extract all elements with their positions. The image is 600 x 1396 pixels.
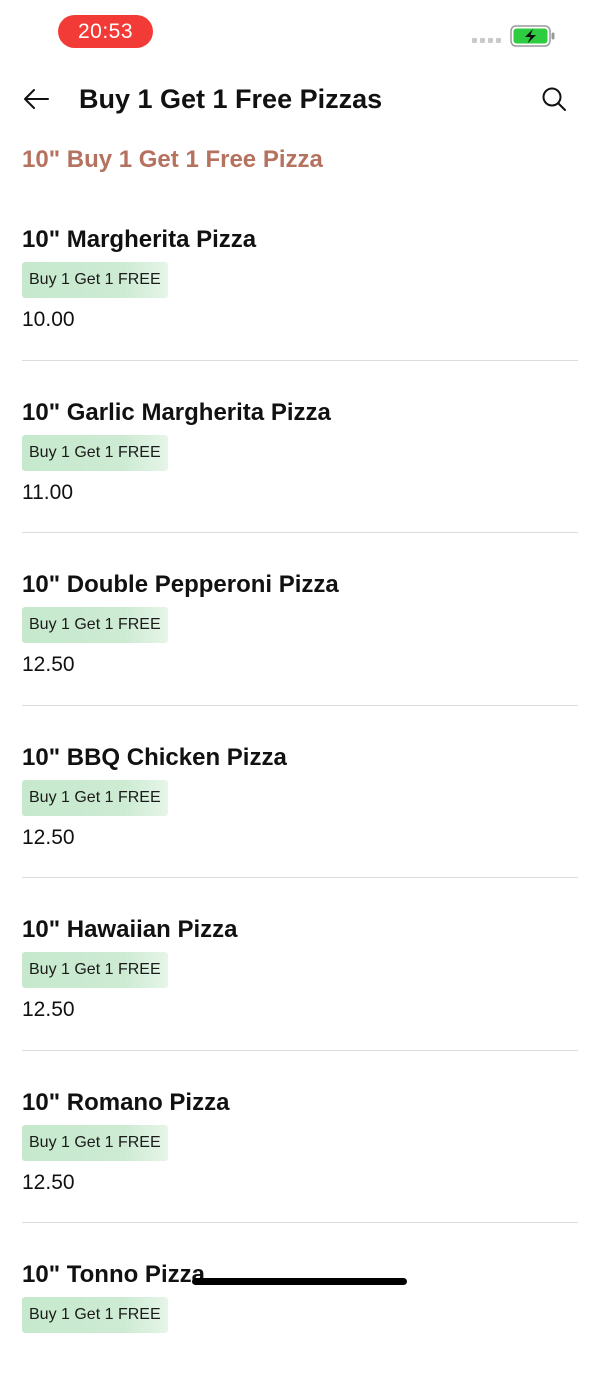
status-bar: 20:53 bbox=[0, 0, 600, 66]
offer-badge: Buy 1 Get 1 FREE bbox=[22, 1124, 168, 1161]
offer-badge: Buy 1 Get 1 FREE bbox=[22, 1297, 168, 1333]
item-price: 11.00 bbox=[22, 480, 73, 504]
page-title: Buy 1 Get 1 Free Pizzas bbox=[79, 84, 383, 114]
home-indicator[interactable] bbox=[192, 1278, 407, 1285]
item-name: 10" BBQ Chicken Pizza bbox=[22, 743, 287, 771]
list-item[interactable]: 10" Double Pepperoni Pizza Buy 1 Get 1 F… bbox=[22, 533, 578, 706]
item-name: 10" Hawaiian Pizza bbox=[22, 916, 238, 943]
offer-badge: Buy 1 Get 1 FREE bbox=[22, 952, 168, 988]
item-price: 12.50 bbox=[22, 998, 75, 1021]
search-icon bbox=[542, 87, 566, 111]
nav-bar: Buy 1 Get 1 Free Pizzas bbox=[0, 66, 600, 132]
list-item[interactable]: 10" Romano Pizza Buy 1 Get 1 FREE 12.50 bbox=[22, 1051, 578, 1223]
item-price: 12.50 bbox=[22, 653, 75, 676]
offer-badge: Buy 1 Get 1 FREE bbox=[22, 434, 168, 471]
list-item[interactable]: 10" Tonno Pizza Buy 1 Get 1 FREE bbox=[22, 1223, 578, 1396]
item-name: 10" Tonno Pizza bbox=[22, 1261, 205, 1288]
status-time: 20:53 bbox=[58, 15, 153, 48]
section-title: 10" Buy 1 Get 1 Free Pizza bbox=[22, 146, 323, 173]
search-button[interactable] bbox=[536, 81, 572, 117]
item-price: 12.50 bbox=[22, 825, 75, 849]
offer-badge: Buy 1 Get 1 FREE bbox=[22, 779, 168, 816]
cellular-signal-icon bbox=[472, 38, 501, 43]
list-item[interactable]: 10" Garlic Margherita Pizza Buy 1 Get 1 … bbox=[22, 361, 578, 533]
item-price: 12.50 bbox=[22, 1170, 75, 1194]
offer-badge: Buy 1 Get 1 FREE bbox=[22, 607, 168, 643]
item-name: 10" Romano Pizza bbox=[22, 1088, 230, 1116]
offer-badge: Buy 1 Get 1 FREE bbox=[22, 262, 168, 298]
product-list: 10" Margherita Pizza Buy 1 Get 1 FREE 10… bbox=[22, 188, 578, 1396]
battery-charging-icon bbox=[510, 25, 555, 47]
list-item[interactable]: 10" Margherita Pizza Buy 1 Get 1 FREE 10… bbox=[22, 188, 578, 361]
list-item[interactable]: 10" BBQ Chicken Pizza Buy 1 Get 1 FREE 1… bbox=[22, 706, 578, 878]
item-name: 10" Double Pepperoni Pizza bbox=[22, 571, 339, 598]
item-name: 10" Garlic Margherita Pizza bbox=[22, 398, 331, 426]
item-price: 10.00 bbox=[22, 308, 75, 331]
list-item[interactable]: 10" Hawaiian Pizza Buy 1 Get 1 FREE 12.5… bbox=[22, 878, 578, 1051]
item-name: 10" Margherita Pizza bbox=[22, 226, 257, 253]
back-button[interactable] bbox=[18, 81, 54, 117]
arrow-left-icon bbox=[24, 89, 49, 109]
